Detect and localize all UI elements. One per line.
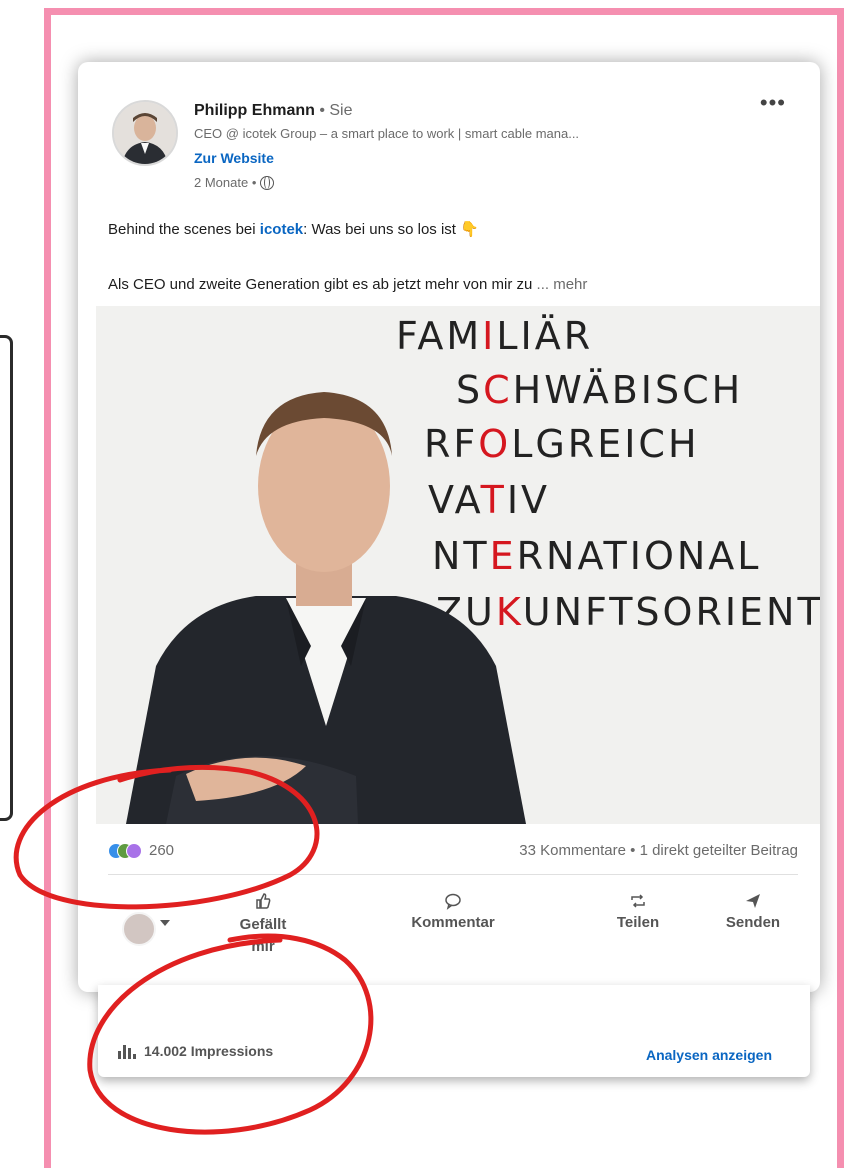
pointing-down-icon: 👇: [460, 221, 479, 238]
linkedin-post-card: Philipp Ehmann • Sie CEO @ icotek Group …: [78, 62, 820, 992]
author-name[interactable]: Philipp Ehmann: [194, 102, 315, 119]
share-button[interactable]: Teilen: [598, 892, 678, 931]
author-line: Philipp Ehmann • Sie: [194, 102, 353, 120]
divider: [108, 874, 798, 875]
post-text-suffix: : Was bei uns so los ist: [303, 221, 461, 238]
bar-chart-icon: [118, 1045, 136, 1059]
post-photo[interactable]: FAMILIÄR SCHWÄBISCH RFOLGREICH VATIV NTE…: [96, 306, 820, 824]
send-icon: [746, 894, 760, 908]
like-label: Gefällt mir: [239, 916, 287, 955]
author-relation: • Sie: [314, 102, 353, 119]
post-text-line1: Behind the scenes bei icotek: Was bei un…: [108, 220, 479, 238]
comment-label: Kommentar: [411, 914, 495, 931]
share-label: Teilen: [616, 914, 660, 931]
send-button[interactable]: Senden: [708, 892, 798, 931]
chevron-down-icon[interactable]: [160, 920, 170, 926]
globe-icon: [260, 175, 275, 190]
author-avatar[interactable]: [112, 100, 178, 166]
reaction-icons: [108, 842, 142, 859]
like-button[interactable]: Gefällt mir: [218, 892, 308, 958]
post-text-line2: Als CEO und zweite Generation gibt es ab…: [108, 276, 587, 293]
impressions-summary: 14.002 Impressions: [118, 1043, 273, 1059]
repost-icon: [631, 894, 645, 908]
support-reaction-icon: [126, 842, 142, 859]
impressions-card: 14.002 Impressions Analysen anzeigen: [98, 985, 810, 1077]
post-time-text: 2 Monate •: [194, 175, 257, 190]
show-analytics-link[interactable]: Analysen anzeigen: [646, 1047, 772, 1063]
impressions-count: 14.002 Impressions: [144, 1043, 274, 1059]
more-options-icon[interactable]: •••: [760, 92, 786, 114]
website-link[interactable]: Zur Website: [194, 150, 274, 166]
background-card-edge: [0, 335, 13, 821]
post-text-prefix: Behind the scenes bei: [108, 221, 260, 238]
see-more-link[interactable]: ... mehr: [537, 276, 588, 293]
post-text-body: Als CEO und zweite Generation gibt es ab…: [108, 276, 537, 293]
comment-button[interactable]: Kommentar: [393, 892, 513, 931]
send-label: Senden: [725, 914, 781, 931]
author-headline: CEO @ icotek Group – a smart place to wo…: [194, 126, 580, 141]
reactions-summary[interactable]: 260: [108, 842, 174, 859]
action-bar: Gefällt mir Kommentar Teilen Senden: [108, 892, 798, 972]
company-mention-link[interactable]: icotek: [260, 221, 303, 238]
thumbs-up-icon: [256, 893, 271, 909]
reactions-count: 260: [149, 842, 175, 859]
person-illustration: [126, 392, 526, 824]
comments-shares-summary[interactable]: 33 Kommentare • 1 direkt geteilter Beitr…: [519, 842, 798, 859]
comment-icon: [445, 893, 461, 910]
post-time: 2 Monate •: [194, 175, 275, 190]
reaction-as-avatar[interactable]: [122, 912, 156, 946]
